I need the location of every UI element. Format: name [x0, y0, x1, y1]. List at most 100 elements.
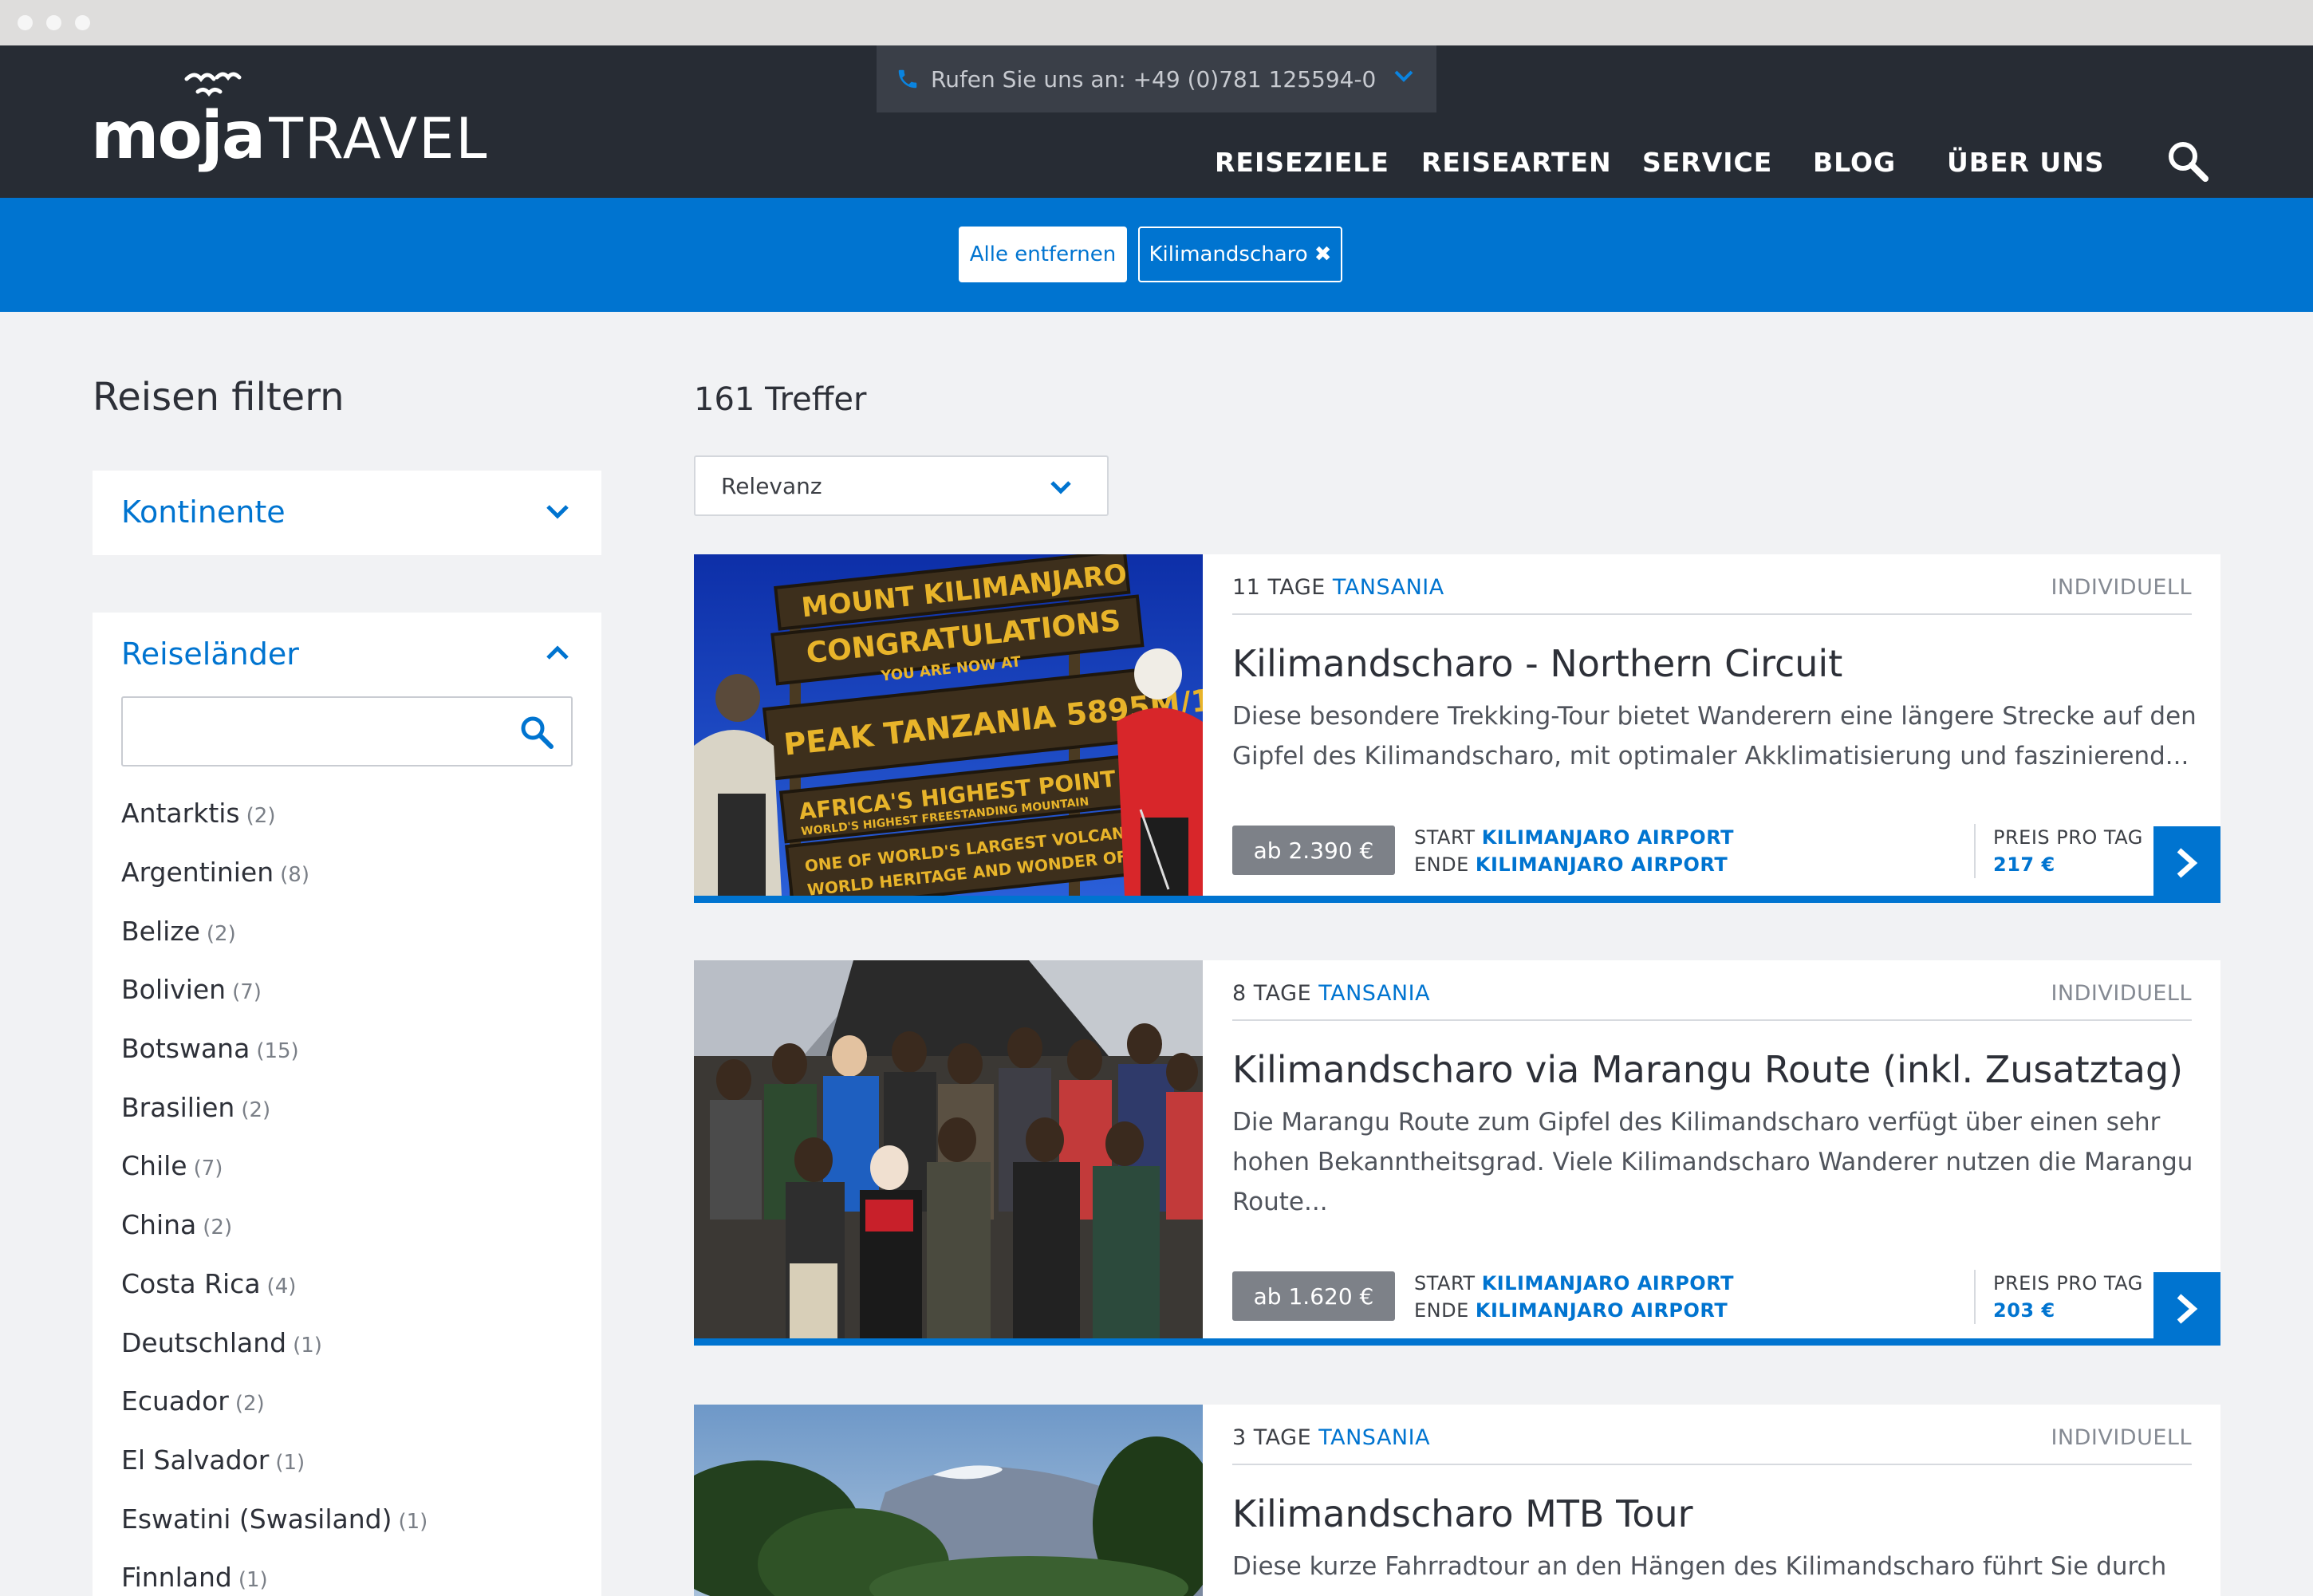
trip-title[interactable]: Kilimandscharo MTB Tour	[1232, 1492, 1693, 1535]
trip-type: INDIVIDUELL	[2051, 1425, 2192, 1450]
list-item[interactable]: Argentinien (8)	[121, 857, 309, 888]
country-count: (1)	[238, 1568, 268, 1592]
site-header: mojaTRAVEL Rufen Sie uns an: +49 (0)781 …	[0, 45, 2313, 198]
divider	[1232, 1464, 2192, 1465]
country-count: (2)	[234, 1392, 265, 1416]
country-name: Argentinien	[121, 857, 274, 888]
country-count: (1)	[398, 1510, 428, 1534]
list-item[interactable]: Antarktis (2)	[121, 798, 275, 829]
per-day-label: PREIS PRO TAG	[1993, 1272, 2143, 1295]
country-name: China	[121, 1209, 197, 1240]
window-dot[interactable]	[75, 15, 90, 30]
start-location: KILIMANJARO AIRPORT	[1481, 1272, 1734, 1295]
list-item[interactable]: Botswana (15)	[121, 1033, 299, 1064]
list-item[interactable]: Finnland (1)	[121, 1562, 268, 1593]
nav-reisearten[interactable]: REISEARTEN	[1421, 147, 1612, 178]
end-label: ENDE	[1414, 1299, 1469, 1322]
duration: 11 TAGE	[1232, 575, 1326, 600]
country-name: Belize	[121, 916, 200, 947]
list-item[interactable]: Ecuador (2)	[121, 1385, 265, 1417]
country-count: (2)	[203, 1216, 233, 1239]
list-item[interactable]: Chile (7)	[121, 1150, 223, 1181]
trip-card[interactable]: MOUNT KILIMANJARO CONGRATULATIONS YOU AR…	[694, 554, 2220, 903]
list-item[interactable]: Belize (2)	[121, 916, 236, 947]
trip-card[interactable]: 8 TAGE TANSANIA INDIVIDUELL Kilimandscha…	[694, 960, 2220, 1346]
country-name: El Salvador	[121, 1444, 270, 1476]
country-count: (1)	[275, 1451, 305, 1475]
search-icon[interactable]	[518, 714, 555, 751]
trip-description: Die Marangu Route zum Gipfel des Kiliman…	[1232, 1108, 2193, 1216]
country-count: (8)	[280, 863, 309, 887]
search-icon[interactable]	[2166, 140, 2209, 183]
trip-photo-group[interactable]	[694, 960, 1203, 1338]
countries-label[interactable]: Reiseländer	[121, 636, 299, 672]
country-link[interactable]: TANSANIA	[1318, 981, 1430, 1006]
sidebar-title: Reisen filtern	[93, 375, 345, 420]
price-per-day: PREIS PRO TAG 203 €	[1974, 1270, 2143, 1324]
summit-photo: MOUNT KILIMANJARO CONGRATULATIONS YOU AR…	[694, 554, 1203, 896]
list-item[interactable]: El Salvador (1)	[121, 1444, 305, 1476]
list-item[interactable]: Eswatini (Swasiland) (1)	[121, 1503, 428, 1535]
chevron-down-icon[interactable]	[546, 502, 569, 520]
chevron-right-icon	[2177, 1294, 2198, 1324]
list-item[interactable]: Costa Rica (4)	[121, 1268, 296, 1299]
country-search-input[interactable]	[121, 696, 573, 766]
price-per-day: PREIS PRO TAG 217 €	[1974, 824, 2143, 878]
country-link[interactable]: TANSANIA	[1318, 1425, 1430, 1450]
start-location: KILIMANJARO AIRPORT	[1481, 826, 1734, 849]
country-count: (7)	[232, 980, 262, 1004]
trip-title[interactable]: Kilimandscharo - Northern Circuit	[1232, 642, 1842, 685]
close-icon[interactable]: ✖	[1314, 242, 1332, 266]
remove-all-filters-button[interactable]: Alle entfernen	[959, 227, 1127, 282]
divider	[1232, 1019, 2192, 1021]
sort-select[interactable]: Relevanz	[694, 455, 1109, 516]
country-name: Bolivien	[121, 974, 227, 1005]
chevron-up-icon[interactable]	[546, 644, 569, 662]
continents-panel[interactable]: Kontinente	[93, 471, 601, 555]
end-line: ENDE KILIMANJARO AIRPORT	[1414, 851, 1734, 878]
countries-panel: Reiseländer Antarktis (2) Argentinien (8) …	[93, 613, 601, 1596]
country-count: (15)	[256, 1039, 299, 1063]
nav-service[interactable]: SERVICE	[1642, 147, 1772, 178]
active-filter-label: Kilimandscharo	[1149, 242, 1308, 266]
list-item[interactable]: Deutschland (1)	[121, 1327, 322, 1358]
price-badge: ab 2.390 €	[1232, 826, 1395, 875]
nav-reiseziele[interactable]: REISEZIELE	[1215, 147, 1389, 178]
country-name: Botswana	[121, 1033, 250, 1064]
end-label: ENDE	[1414, 853, 1469, 876]
country-link[interactable]: TANSANIA	[1333, 575, 1444, 600]
logo-travel: TRAVEL	[269, 106, 489, 171]
price-badge: ab 1.620 €	[1232, 1271, 1395, 1321]
trip-photo-summit[interactable]: MOUNT KILIMANJARO CONGRATULATIONS YOU AR…	[694, 554, 1203, 896]
list-item[interactable]: China (2)	[121, 1209, 232, 1240]
trip-photo-mtb[interactable]	[694, 1405, 1203, 1596]
country-name: Finnland	[121, 1562, 232, 1593]
logo[interactable]: mojaTRAVEL	[91, 68, 487, 174]
open-trip-button[interactable]	[2153, 1272, 2220, 1346]
sort-value: Relevanz	[721, 472, 822, 499]
window-dot[interactable]	[18, 15, 33, 30]
phone-dropdown[interactable]: Rufen Sie uns an: +49 (0)781 125594-0	[877, 45, 1436, 112]
card-meta: 3 TAGE TANSANIA	[1232, 1425, 1430, 1450]
open-trip-button[interactable]	[2153, 826, 2220, 900]
card-meta: 11 TAGE TANSANIA	[1232, 575, 1444, 600]
country-count: (2)	[241, 1098, 271, 1122]
list-item[interactable]: Brasilien (2)	[121, 1092, 270, 1123]
active-filter-chip[interactable]: Kilimandscharo ✖	[1138, 227, 1342, 282]
nav-ueber-uns[interactable]: ÜBER UNS	[1947, 147, 2105, 178]
start-line: START KILIMANJARO AIRPORT	[1414, 1270, 1734, 1297]
list-item[interactable]: Bolivien (7)	[121, 974, 262, 1005]
nav-blog[interactable]: BLOG	[1813, 147, 1896, 178]
country-name: Ecuador	[121, 1385, 229, 1417]
logo-moja: moja	[91, 98, 266, 174]
birds-icon	[184, 72, 242, 97]
end-location: KILIMANJARO AIRPORT	[1475, 853, 1728, 876]
chevron-down-icon	[1394, 70, 1413, 82]
country-count: (7)	[193, 1157, 223, 1180]
trip-card[interactable]: 3 TAGE TANSANIA INDIVIDUELL Kilimandscha…	[694, 1405, 2220, 1596]
window-dot[interactable]	[46, 15, 61, 30]
trip-type: INDIVIDUELL	[2051, 575, 2192, 600]
country-count: (1)	[293, 1334, 322, 1358]
trip-title[interactable]: Kilimandscharo via Marangu Route (inkl. …	[1232, 1048, 2183, 1091]
group-photo	[694, 960, 1203, 1338]
